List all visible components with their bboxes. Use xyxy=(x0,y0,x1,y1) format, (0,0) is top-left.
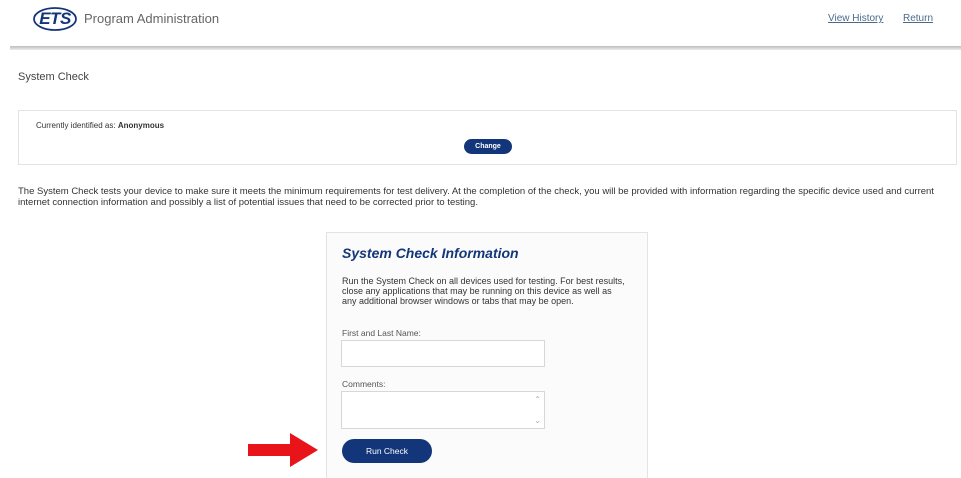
page-title: System Check xyxy=(18,71,89,83)
app-title: Program Administration xyxy=(84,11,220,26)
top-header: ETS Program Administration View History … xyxy=(0,0,961,46)
identity-status: Currently identified as: Anonymous xyxy=(36,121,164,130)
system-check-info-panel: System Check Information Run the System … xyxy=(326,232,648,478)
view-history-link[interactable]: View History xyxy=(828,13,883,24)
logo-text: ETS xyxy=(39,9,71,28)
name-field-label: First and Last Name: xyxy=(342,328,421,338)
info-panel-instructions: Run the System Check on all devices used… xyxy=(342,276,625,306)
run-check-button[interactable]: Run Check xyxy=(342,439,432,463)
identity-value: Anonymous xyxy=(117,121,165,130)
change-button[interactable]: Change xyxy=(464,139,512,154)
identity-label: Currently identified as: xyxy=(36,121,116,130)
scroll-up-icon[interactable]: ⌃ xyxy=(534,396,541,404)
identity-panel: Currently identified as: Anonymous Chang… xyxy=(18,110,957,165)
comments-field-label: Comments: xyxy=(342,379,386,389)
comments-textarea[interactable]: ⌃ ⌄ xyxy=(341,391,545,429)
info-panel-title: System Check Information xyxy=(342,245,519,261)
scroll-down-icon[interactable]: ⌄ xyxy=(534,417,541,425)
system-check-description: The System Check tests your device to ma… xyxy=(18,186,934,208)
ets-logo[interactable]: ETS xyxy=(32,6,78,32)
return-link[interactable]: Return xyxy=(903,13,933,24)
header-divider xyxy=(10,46,961,50)
name-input[interactable] xyxy=(341,340,545,367)
red-arrow-icon xyxy=(248,433,318,467)
